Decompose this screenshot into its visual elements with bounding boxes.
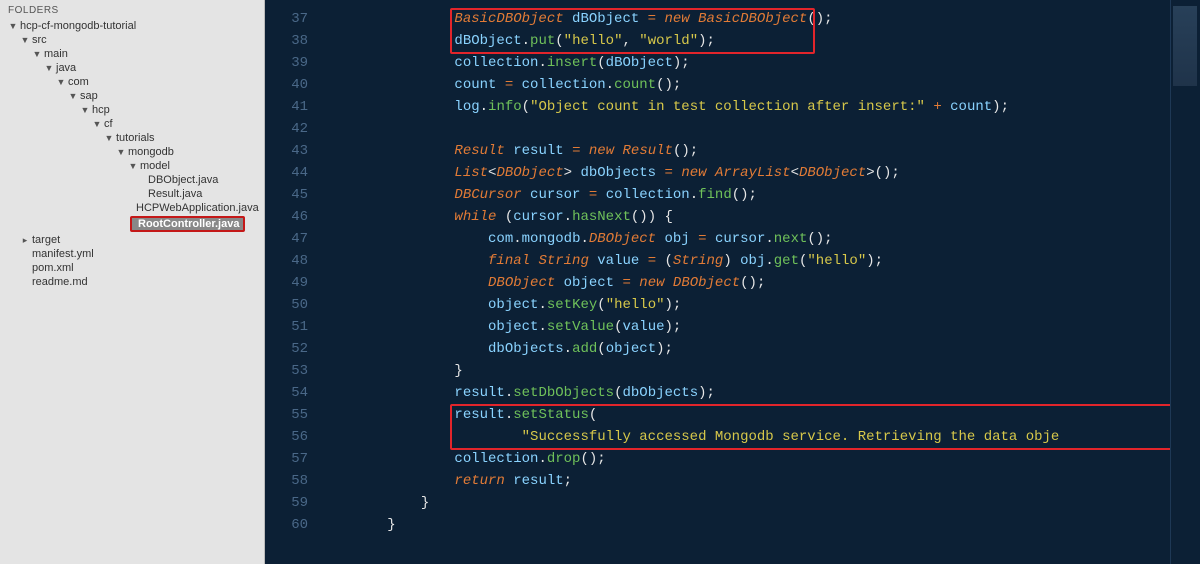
tree-folder[interactable]: ▼mongodb [4,145,264,159]
tree-file[interactable]: pom.xml [4,261,264,275]
code-area[interactable]: BasicDBObject dBObject = new BasicDBObje… [320,0,1170,564]
chevron-down-icon: ▼ [92,119,102,129]
chevron-down-icon: ▼ [20,35,30,45]
tree-file[interactable]: readme.md [4,275,264,289]
tree-file[interactable]: DBObject.java [4,173,264,187]
chevron-down-icon: ▼ [128,161,138,171]
tree-file[interactable]: Result.java [4,187,264,201]
chevron-down-icon: ▼ [116,147,126,157]
minimap-viewport [1173,6,1197,86]
tree-folder[interactable]: ▼com [4,75,264,89]
tree-folder[interactable]: ▼model [4,159,264,173]
chevron-right-icon: ▸ [20,235,30,246]
sidebar: FOLDERS ▼hcp-cf-mongodb-tutorial ▼src ▼m… [0,0,265,564]
tree-folder[interactable]: ▸target [4,233,264,247]
tree-folder[interactable]: ▼java [4,61,264,75]
app-root: FOLDERS ▼hcp-cf-mongodb-tutorial ▼src ▼m… [0,0,1200,564]
chevron-down-icon: ▼ [104,133,114,143]
tree-file[interactable]: HCPWebApplication.java [4,201,264,215]
chevron-down-icon: ▼ [80,105,90,115]
chevron-down-icon: ▼ [44,63,54,73]
chevron-down-icon: ▼ [8,21,18,31]
folder-tree: ▼hcp-cf-mongodb-tutorial ▼src ▼main ▼jav… [0,19,264,289]
editor[interactable]: 3738394041424344454647484950515253545556… [265,0,1200,564]
minimap[interactable] [1170,0,1200,564]
tree-file[interactable]: manifest.yml [4,247,264,261]
tree-folder[interactable]: ▼main [4,47,264,61]
tree-folder[interactable]: ▼cf [4,117,264,131]
tree-folder[interactable]: ▼hcp [4,103,264,117]
chevron-down-icon: ▼ [56,77,66,87]
sidebar-header: FOLDERS [0,0,264,19]
tree-folder[interactable]: ▼src [4,33,264,47]
line-gutter: 3738394041424344454647484950515253545556… [265,0,320,564]
tree-root[interactable]: ▼hcp-cf-mongodb-tutorial [4,19,264,33]
tree-folder[interactable]: ▼tutorials [4,131,264,145]
chevron-down-icon: ▼ [32,49,42,59]
chevron-down-icon: ▼ [68,91,78,101]
tree-folder[interactable]: ▼sap [4,89,264,103]
tree-file-selected[interactable]: RootController.java [4,215,264,233]
